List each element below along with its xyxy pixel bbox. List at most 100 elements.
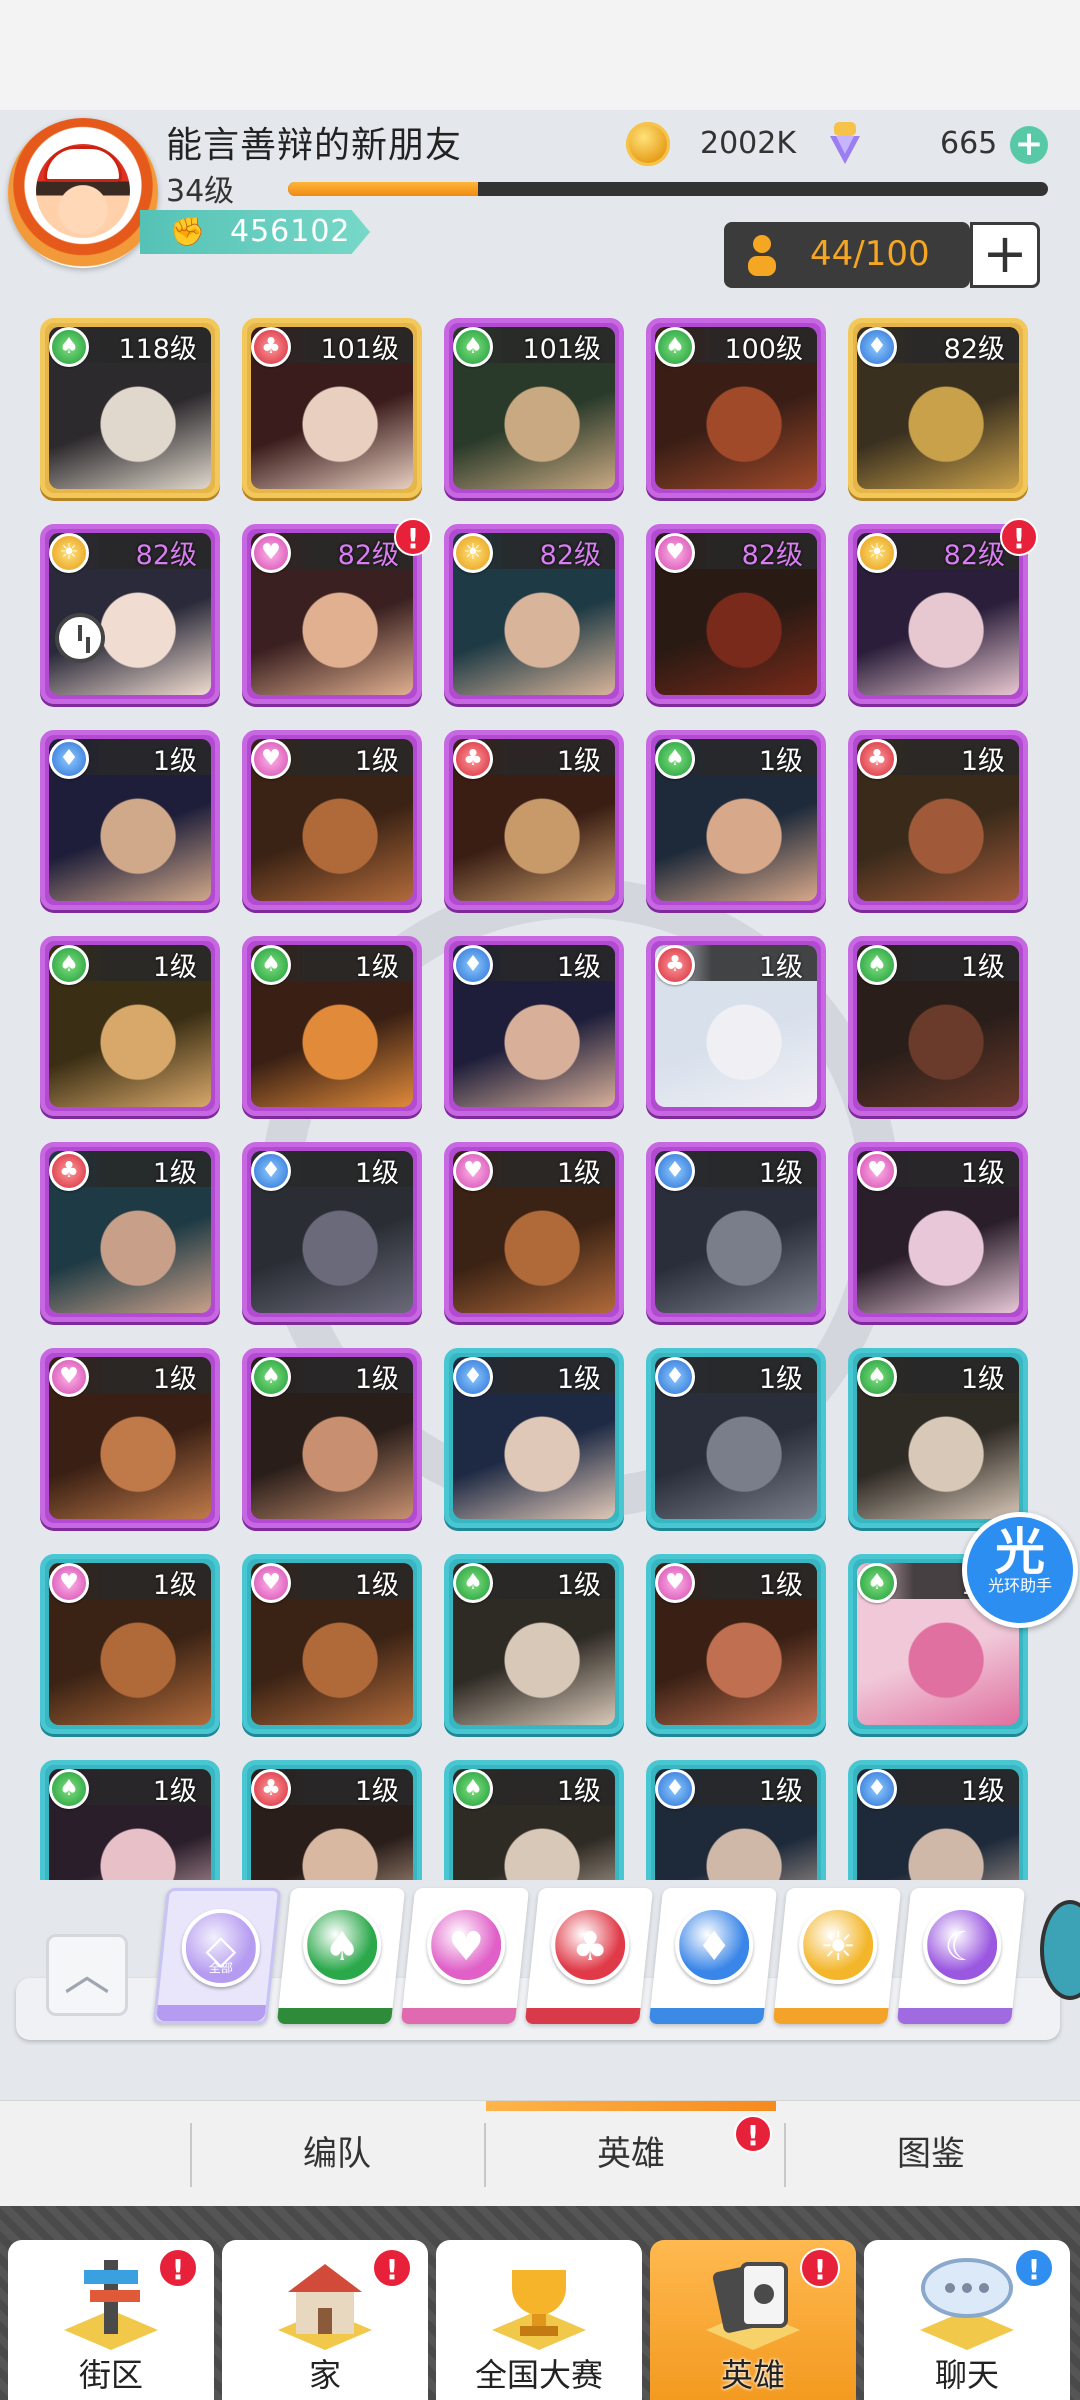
hero-card[interactable]: 1级 ♥ [646, 1554, 826, 1734]
hero-card[interactable]: 118级 ♠ [40, 318, 220, 498]
hero-level: 1级 [152, 1364, 197, 1395]
hero-card[interactable]: 82级 ♥ [646, 524, 826, 704]
collapse-chevron-up-icon[interactable]: ︿ [46, 1934, 128, 2016]
nav-label: 街区 [78, 2356, 143, 2394]
hero-level: 82级 [539, 540, 601, 571]
nav-national-contest[interactable]: 全国大赛 [436, 2240, 642, 2400]
hero-card[interactable]: 1级 ♠ [242, 936, 422, 1116]
heart-icon: ♥ [49, 1357, 89, 1397]
hero-card[interactable]: 101级 ♠ [444, 318, 624, 498]
hero-card[interactable]: 1级 ♥ [242, 730, 422, 910]
hero-level: 101级 [522, 334, 601, 365]
club-filter-icon: ♣ [551, 1906, 630, 1984]
nav-street[interactable]: 街区! [8, 2240, 214, 2400]
hero-level: 1级 [758, 1158, 803, 1189]
hero-card[interactable]: 100级 ♠ [646, 318, 826, 498]
hero-card[interactable]: 1级 ♦ [444, 1348, 624, 1528]
tab-formation[interactable]: 编队 [192, 2101, 482, 2207]
tab-heroes[interactable]: 英雄 ! [486, 2101, 776, 2207]
diamond-icon: ♦ [655, 1769, 695, 1809]
hero-card[interactable]: 82级 ☀ [40, 524, 220, 704]
gem-icon [830, 122, 860, 164]
hero-subtabs: 编队 英雄 ! 图鉴 [0, 2100, 1080, 2206]
avatar[interactable] [8, 118, 158, 268]
nav-home[interactable]: 家! [222, 2240, 428, 2400]
hero-card[interactable]: 1级 ♥ [848, 1142, 1028, 1322]
hero-level: 1级 [758, 952, 803, 983]
hero-card[interactable]: 1级 ♣ [242, 1760, 422, 1880]
club-icon: ♣ [251, 327, 291, 367]
spade-filter-icon: ♠ [303, 1906, 382, 1984]
filter-all[interactable]: ◇ 全部 [152, 1888, 282, 2024]
sun-icon: ☀ [857, 533, 897, 573]
heart-icon: ♥ [49, 1563, 89, 1603]
nav-chat[interactable]: 聊天! [864, 2240, 1070, 2400]
filter-color-stripe [896, 2008, 1013, 2024]
heart-icon: ♥ [251, 739, 291, 779]
hero-card[interactable]: 1级 ♣ [848, 730, 1028, 910]
hero-card[interactable]: 1级 ♠ [848, 1348, 1028, 1528]
hero-level: 1级 [556, 1776, 601, 1807]
signpost-icon [64, 2260, 158, 2350]
filter-heart[interactable]: ♥ [400, 1888, 530, 2024]
diamond-icon: ♦ [857, 1769, 897, 1809]
filter-diamond[interactable]: ♦ [648, 1888, 778, 2024]
assistant-floating-button[interactable]: 光 光环助手 [962, 1512, 1078, 1628]
club-icon: ♣ [251, 1769, 291, 1809]
hero-level: 1级 [758, 1776, 803, 1807]
hero-card[interactable]: 1级 ♠ [444, 1554, 624, 1734]
hero-card[interactable]: 1级 ♣ [444, 730, 624, 910]
experience-fill [288, 182, 478, 196]
hero-card[interactable]: 1级 ♥ [444, 1142, 624, 1322]
hero-card[interactable]: 1级 ♠ [40, 1760, 220, 1880]
diamond-icon: ♦ [655, 1151, 695, 1191]
hero-card[interactable]: 82级 ♥ [242, 524, 422, 704]
diamond-icon: ♦ [655, 1357, 695, 1397]
spade-icon: ♠ [251, 945, 291, 985]
diamond-icon: ♦ [251, 1151, 291, 1191]
hero-card[interactable]: 1级 ♦ [646, 1142, 826, 1322]
filter-club[interactable]: ♣ [524, 1888, 654, 2024]
hero-level: 1级 [758, 1570, 803, 1601]
hero-card[interactable]: 1级 ♠ [848, 936, 1028, 1116]
hero-level: 1级 [556, 746, 601, 777]
hero-card[interactable]: 82级 ☀ [444, 524, 624, 704]
hero-card[interactable]: 82级 ♦ [848, 318, 1028, 498]
hero-card[interactable]: 1级 ♦ [848, 1760, 1028, 1880]
profile-header: 能言善辩的新朋友 34级 ✊ 456102 2002K 665 + 44/100… [0, 110, 1080, 290]
hero-card[interactable]: 1级 ♣ [646, 936, 826, 1116]
avatar-portrait [36, 144, 130, 238]
diamond-icon: ♦ [453, 1357, 493, 1397]
hero-card[interactable]: 82级 ☀ [848, 524, 1028, 704]
filter-sun[interactable]: ☀ [772, 1888, 902, 2024]
nav-alert-badge: ! [1014, 2248, 1054, 2288]
expand-capacity-button[interactable]: + [970, 222, 1040, 288]
coin-count: 2002K [700, 126, 797, 161]
hero-card[interactable]: 101级 ♣ [242, 318, 422, 498]
add-gems-button[interactable]: + [1010, 126, 1048, 164]
hero-card[interactable]: 1级 ♦ [242, 1142, 422, 1322]
hero-card[interactable]: 1级 ♠ [40, 936, 220, 1116]
nav-heroes[interactable]: 英雄! [650, 2240, 856, 2400]
club-icon: ♣ [857, 739, 897, 779]
tab-codex[interactable]: 图鉴 [786, 2101, 1076, 2207]
hero-level: 1级 [152, 1158, 197, 1189]
filter-spade[interactable]: ♠ [276, 1888, 406, 2024]
hero-card[interactable]: 1级 ♠ [646, 730, 826, 910]
hero-card[interactable]: 1级 ♠ [242, 1348, 422, 1528]
hero-card[interactable]: 1级 ♦ [444, 936, 624, 1116]
filter-color-stripe [648, 2008, 765, 2024]
heart-icon: ♥ [251, 1563, 291, 1603]
all-filter-icon: ◇ 全部 [181, 1909, 260, 1987]
hero-card[interactable]: 1级 ♥ [40, 1348, 220, 1528]
combat-power-badge: ✊ 456102 [140, 210, 370, 254]
hero-card[interactable]: 1级 ♣ [40, 1142, 220, 1322]
hero-card[interactable]: 1级 ♦ [646, 1760, 826, 1880]
filter-moon[interactable]: ☾ [896, 1888, 1026, 2024]
hero-card[interactable]: 1级 ♦ [40, 730, 220, 910]
heart-icon: ♥ [251, 533, 291, 573]
hero-card[interactable]: 1级 ♥ [242, 1554, 422, 1734]
hero-card[interactable]: 1级 ♠ [444, 1760, 624, 1880]
hero-card[interactable]: 1级 ♦ [646, 1348, 826, 1528]
hero-card[interactable]: 1级 ♥ [40, 1554, 220, 1734]
